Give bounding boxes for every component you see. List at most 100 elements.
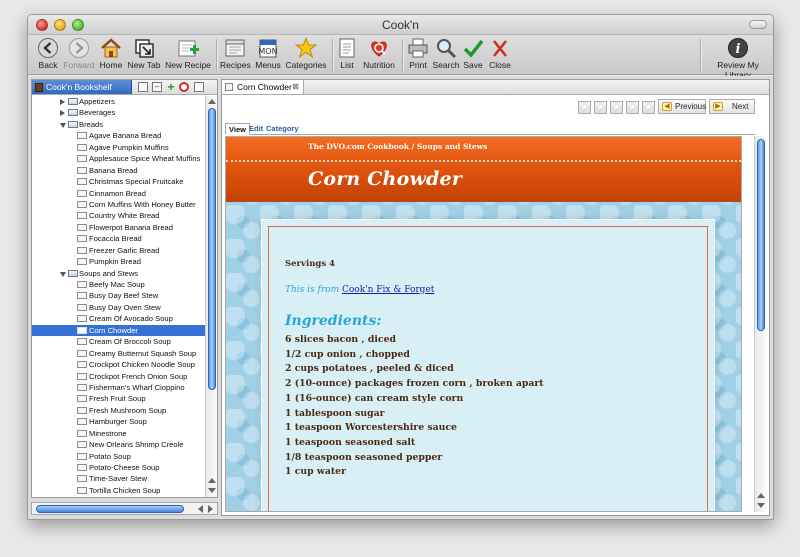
tree-item-label: Crockpot French Onion Soup xyxy=(89,371,188,381)
tree-recipe-item[interactable]: Time-Saver Stew xyxy=(32,473,205,484)
tree-recipe-item[interactable]: Focaccia Bread xyxy=(32,233,205,244)
disclosure-collapsed-icon[interactable] xyxy=(60,99,65,105)
collapse-all-icon[interactable] xyxy=(138,82,148,92)
tree-recipe-item[interactable]: Beefy Mac Soup xyxy=(32,279,205,290)
recipe-scroll-thumb[interactable] xyxy=(757,139,765,331)
tree-recipe-item[interactable]: Agave Pumpkin Muffins xyxy=(32,142,205,153)
scroll-up-arrow-icon[interactable] xyxy=(757,493,765,498)
tree-recipe-item[interactable]: Corn Chowder xyxy=(32,324,205,337)
tree-recipe-item[interactable]: Crockpot Chicken Noodle Soup xyxy=(32,359,205,370)
toolbar-toggle-button[interactable] xyxy=(749,20,767,29)
recipes-button[interactable]: Recipes xyxy=(220,37,251,70)
recipe-icon xyxy=(77,155,87,163)
tree-item-label: Time-Saver Stew xyxy=(89,474,147,484)
rating-star-icon[interactable]: ★ xyxy=(642,101,655,114)
tree-recipe-item[interactable]: Minestrone xyxy=(32,428,205,439)
source-link[interactable]: Cook'n Fix & Forget xyxy=(342,285,434,295)
tree-recipe-item[interactable]: Flowerpot Banana Bread xyxy=(32,222,205,233)
nutrition-button[interactable]: Nutrition xyxy=(361,37,397,70)
bookshelf-hscroll-thumb[interactable] xyxy=(36,505,184,513)
tree-recipe-item[interactable]: Fresh Mushroom Soup xyxy=(32,405,205,416)
minimize-window-button[interactable] xyxy=(54,19,66,31)
review-my-library-button[interactable]: i Review My Library xyxy=(704,37,772,80)
zoom-window-button[interactable] xyxy=(72,19,84,31)
tree-book-item[interactable]: Breads xyxy=(32,119,205,130)
scroll-down-arrow-icon[interactable] xyxy=(208,488,216,493)
tree-recipe-item[interactable]: Applesauce Spice Wheat Muffins xyxy=(32,153,205,164)
tree-book-item[interactable]: Beverages xyxy=(32,107,205,118)
tree-recipe-item[interactable]: Creamy Butternut Squash Soup xyxy=(32,348,205,359)
tree-book-item[interactable]: Appetizers xyxy=(32,96,205,107)
tree-recipe-item[interactable]: Fresh Fruit Soup xyxy=(32,393,205,404)
tree-recipe-item[interactable]: Busy Day Beef Stew xyxy=(32,290,205,301)
scroll-down-arrow-icon[interactable] xyxy=(757,503,765,508)
bookshelf-tree: Appetizers Beverages Breads Agave Banana Br… xyxy=(32,96,205,497)
bookshelf-scroll-thumb[interactable] xyxy=(208,108,216,390)
rating-star-icon[interactable]: ★ xyxy=(578,101,591,114)
list-button[interactable]: List xyxy=(336,37,358,70)
maximize-panel-icon[interactable] xyxy=(194,82,204,92)
tree-recipe-item[interactable]: Fisherman's Wharf Cioppino xyxy=(32,382,205,393)
tree-recipe-item[interactable]: Agave Banana Bread xyxy=(32,130,205,141)
rating-star-icon[interactable]: ★ xyxy=(626,101,639,114)
tab-category[interactable]: Category xyxy=(263,123,302,135)
recipe-icon xyxy=(77,361,87,369)
tree-recipe-item[interactable]: Pumpkin Bread xyxy=(32,256,205,267)
minimize-panel-icon[interactable]: – xyxy=(152,82,162,92)
tree-recipe-item[interactable]: Corn Muffins With Honey Butter xyxy=(32,199,205,210)
recipe-icon xyxy=(77,178,87,186)
tree-item-label: Appetizers xyxy=(79,97,115,106)
disclosure-collapsed-icon[interactable] xyxy=(60,110,65,117)
tab-corn-chowder[interactable]: Corn Chowder ⊠ xyxy=(222,80,304,94)
save-button[interactable]: Save xyxy=(461,37,485,70)
scroll-up-arrow-icon[interactable] xyxy=(208,478,216,483)
forward-button[interactable]: Forward xyxy=(63,37,95,70)
main-content: Cook'n Bookshelf – + Appetizers Beverages… xyxy=(28,76,773,519)
delete-icon[interactable] xyxy=(179,82,189,92)
recipe-vertical-scrollbar[interactable] xyxy=(754,136,766,512)
home-button[interactable]: Home xyxy=(99,37,123,70)
tab-cookn-bookshelf[interactable]: Cook'n Bookshelf xyxy=(32,80,132,94)
tree-recipe-item[interactable]: Banana Bread xyxy=(32,165,205,176)
tree-recipe-item[interactable]: Hamburger Soup xyxy=(32,416,205,427)
menus-button[interactable]: MON Menus xyxy=(253,37,283,70)
print-button[interactable]: Print xyxy=(406,37,430,70)
new-recipe-button[interactable]: New Recipe xyxy=(165,37,211,70)
tree-recipe-item[interactable]: Potato-Cheese Soup xyxy=(32,462,205,473)
scroll-up-arrow-icon[interactable] xyxy=(208,99,216,104)
add-icon[interactable]: + xyxy=(166,81,176,93)
scroll-right-arrow-icon[interactable] xyxy=(208,505,213,513)
svg-text:i: i xyxy=(736,42,741,57)
tree-recipe-item[interactable]: Cinnamon Bread xyxy=(32,188,205,199)
tree-recipe-item[interactable]: Potato Soup xyxy=(32,451,205,462)
tree-recipe-item[interactable]: Tortilla Chicken Soup xyxy=(32,485,205,496)
new-tab-button[interactable]: New Tab xyxy=(126,37,162,70)
tree-recipe-item[interactable]: Cream Of Broccoli Soup xyxy=(32,336,205,347)
scroll-left-arrow-icon[interactable] xyxy=(198,505,203,513)
back-button[interactable]: Back xyxy=(34,37,62,70)
close-window-button[interactable] xyxy=(36,19,48,31)
disclosure-expanded-icon[interactable] xyxy=(60,271,66,277)
ingredient-line: 6 slices bacon , diced xyxy=(285,334,397,345)
bookshelf-horizontal-scrollbar[interactable] xyxy=(31,502,218,515)
categories-button[interactable]: Categories xyxy=(284,36,328,70)
rating-star-icon[interactable]: ★ xyxy=(594,101,607,114)
next-button[interactable]: ▶ Next xyxy=(709,99,755,114)
rating-star-icon[interactable]: ★ xyxy=(610,101,623,114)
close-button[interactable]: Close xyxy=(487,37,513,70)
tree-recipe-item[interactable]: Freezer Garlic Bread xyxy=(32,245,205,256)
tree-recipe-item[interactable]: Crockpot French Onion Soup xyxy=(32,371,205,382)
disclosure-expanded-icon[interactable] xyxy=(60,122,66,128)
tree-item-label: Country White Bread xyxy=(89,211,160,221)
tree-book-item[interactable]: Soups and Stews xyxy=(32,268,205,279)
close-tab-icon[interactable]: ⊠ xyxy=(292,80,299,94)
tree-recipe-item[interactable]: Busy Day Oven Stew xyxy=(32,302,205,313)
bookshelf-vertical-scrollbar[interactable] xyxy=(205,96,217,497)
source-line: This is from Cook'n Fix & Forget xyxy=(285,285,435,295)
tree-recipe-item[interactable]: Country White Bread xyxy=(32,210,205,221)
tree-recipe-item[interactable]: Christmas Special Fruitcake xyxy=(32,176,205,187)
search-button[interactable]: Search xyxy=(432,37,460,70)
previous-button[interactable]: ◀ Previous xyxy=(658,99,706,114)
tree-recipe-item[interactable]: Cream Of Avocado Soup xyxy=(32,313,205,324)
tree-recipe-item[interactable]: New Orleans Shrimp Creole xyxy=(32,439,205,450)
